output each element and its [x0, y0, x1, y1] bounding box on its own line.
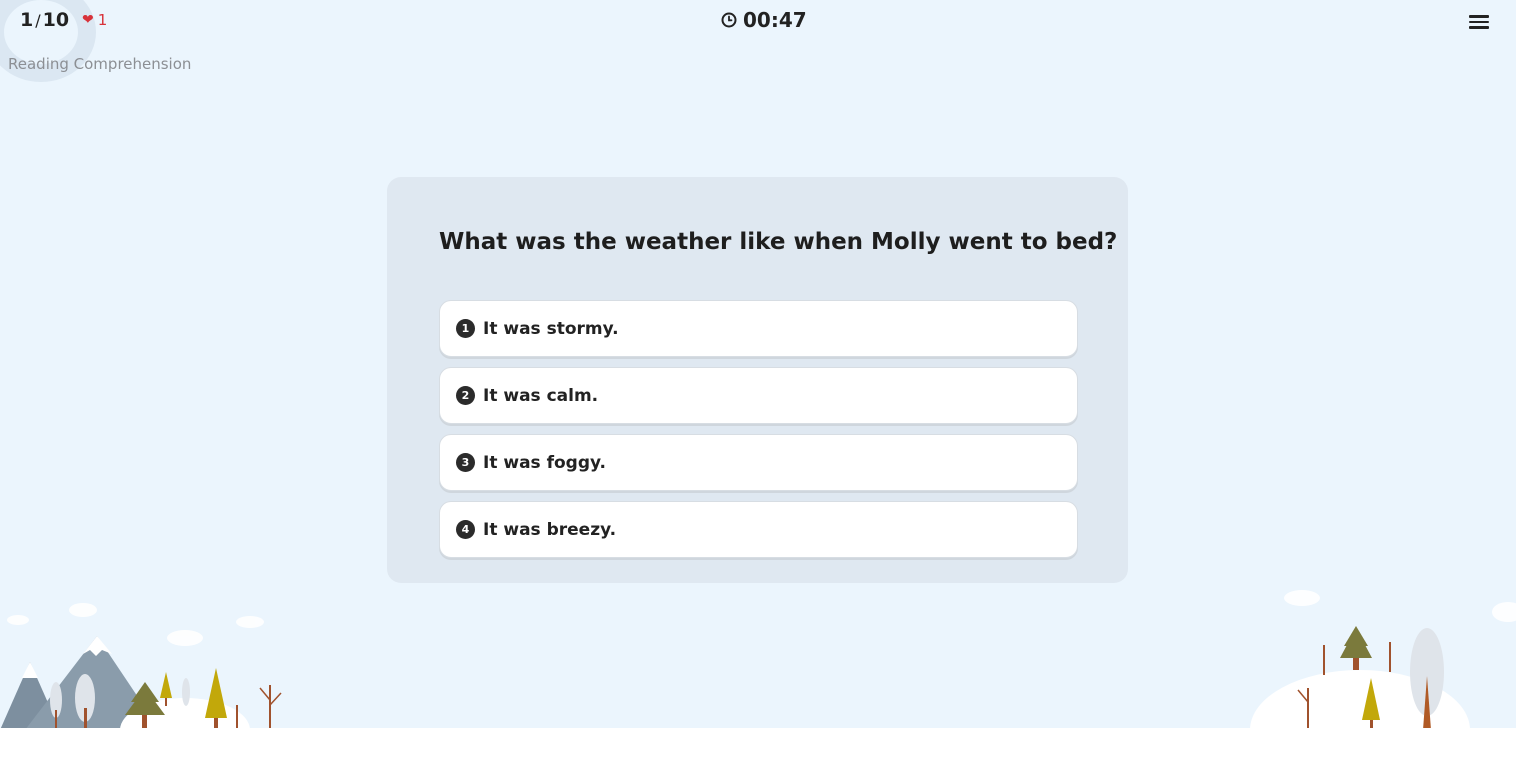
- progress-total: 10: [42, 9, 70, 31]
- subject-label: Reading Comprehension: [8, 55, 192, 73]
- hamburger-menu-icon[interactable]: [1469, 12, 1489, 32]
- progress-separator: /: [35, 11, 41, 30]
- answer-option-4[interactable]: 4 It was breezy.: [439, 501, 1078, 558]
- question-text: What was the weather like when Molly wen…: [439, 229, 1118, 255]
- answer-options: 1 It was stormy. 2 It was calm. 3 It was…: [439, 300, 1078, 568]
- timer: 00:47: [721, 8, 807, 32]
- option-label: It was breezy.: [483, 519, 617, 540]
- heart-icon: ❤: [82, 12, 94, 28]
- option-number-badge: 4: [456, 520, 475, 539]
- clock-icon: [721, 12, 737, 28]
- option-label: It was stormy.: [483, 318, 619, 339]
- lives-indicator: ❤ 1: [82, 11, 107, 29]
- lives-count: 1: [97, 11, 108, 29]
- progress-current: 1: [20, 9, 34, 31]
- winter-landscape-right: [1250, 590, 1516, 730]
- timer-value: 00:47: [743, 8, 807, 32]
- ground-strip: [0, 728, 1516, 759]
- answer-option-3[interactable]: 3 It was foggy.: [439, 434, 1078, 491]
- question-progress: 1/10: [20, 9, 69, 31]
- option-label: It was foggy.: [483, 452, 606, 473]
- option-number-badge: 3: [456, 453, 475, 472]
- question-card: What was the weather like when Molly wen…: [387, 177, 1128, 583]
- answer-option-1[interactable]: 1 It was stormy.: [439, 300, 1078, 357]
- option-number-badge: 1: [456, 319, 475, 338]
- top-bar: 1/10 ❤ 1 00:47: [0, 0, 1516, 82]
- option-number-badge: 2: [456, 386, 475, 405]
- option-label: It was calm.: [483, 385, 599, 406]
- answer-option-2[interactable]: 2 It was calm.: [439, 367, 1078, 424]
- winter-landscape-left: [0, 603, 282, 730]
